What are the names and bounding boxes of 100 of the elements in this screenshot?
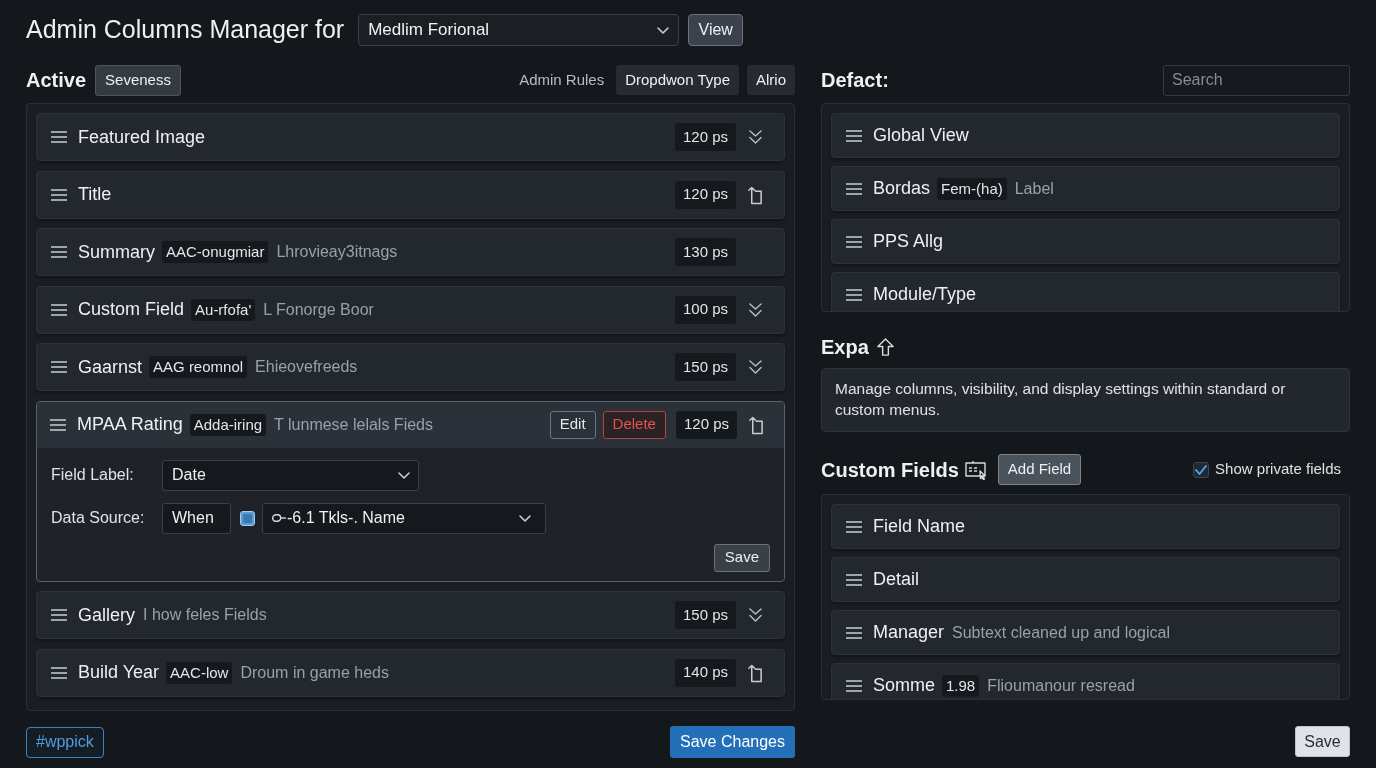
- save-changes-button[interactable]: Save Changes: [670, 726, 795, 758]
- column-description: Lhrovieay3itnags: [276, 242, 398, 262]
- toolbar-label: Admin Rules: [519, 69, 605, 90]
- column-name: Module/Type: [873, 283, 977, 306]
- section-heading: Active: [26, 68, 87, 93]
- tag-button[interactable]: Seveness: [95, 64, 181, 96]
- drag-handle-icon[interactable]: [51, 303, 67, 316]
- drag-handle-icon[interactable]: [846, 182, 862, 195]
- width-value: 150 ps: [674, 353, 736, 381]
- corner-arrow-icon[interactable]: [747, 184, 763, 205]
- toolbar-button[interactable]: Dropdwon Type: [616, 65, 739, 95]
- double-chevron-icon[interactable]: [748, 301, 762, 318]
- field-row[interactable]: Bordas Fem-(ha) Label: [831, 166, 1340, 211]
- column-description: Label: [1014, 178, 1054, 199]
- column-name: Detail: [873, 568, 920, 591]
- column-tag: AAG reomnol: [149, 356, 248, 378]
- corner-arrow-icon[interactable]: [748, 414, 764, 435]
- column-name: MPAA Rating: [77, 413, 183, 436]
- check-icon: [1195, 464, 1208, 475]
- field-label-select[interactable]: Date: [162, 459, 419, 491]
- width-value: 140 ps: [674, 658, 736, 687]
- width-value: 120 ps: [674, 180, 736, 209]
- corner-arrow-icon[interactable]: [747, 662, 763, 683]
- drag-handle-icon[interactable]: [51, 188, 67, 201]
- field-row[interactable]: Somme 1.98 Flioumanour resread: [831, 663, 1340, 699]
- column-tag: AAC-low: [166, 661, 233, 684]
- drag-handle-icon[interactable]: [846, 129, 862, 142]
- data-source-input[interactable]: When: [162, 502, 231, 534]
- drag-handle-icon[interactable]: [846, 235, 862, 248]
- field-row[interactable]: Manager Subtext cleaned up and logical: [831, 610, 1340, 655]
- drag-handle-icon[interactable]: [846, 520, 862, 533]
- column-row[interactable]: MPAA Rating Adda-iring T lunmese lelals Fieds Edit Delete 120 ps Field Label: Date Data Source: When -6.1 Tkls-. Name Save: [36, 400, 785, 582]
- data-source-select[interactable]: -6.1 Tkls-. Name: [262, 502, 546, 534]
- column-name: Manager: [873, 621, 945, 644]
- link-icon: [272, 514, 286, 522]
- column-description: Subtext cleaned up and logical: [952, 622, 1170, 643]
- field-row[interactable]: Global View: [831, 113, 1340, 158]
- section-heading: Custom Fields: [821, 457, 959, 483]
- add-field-button[interactable]: Add Field: [997, 454, 1082, 485]
- column-row[interactable]: Build Year AAC-low Droum in game heds 140 ps: [36, 648, 785, 697]
- drag-handle-icon[interactable]: [846, 679, 862, 692]
- checkbox[interactable]: [1193, 461, 1210, 478]
- width-value: 120 ps: [674, 123, 736, 151]
- section-heading: Expa: [821, 335, 869, 360]
- drag-handle-icon[interactable]: [846, 573, 862, 586]
- delete-button[interactable]: Delete: [602, 410, 666, 439]
- column-row[interactable]: Gallery I how feles Fields 150 ps: [36, 591, 785, 639]
- chevron-down-icon: [398, 471, 410, 479]
- column-description: T lunmese lelals Fieds: [274, 414, 433, 435]
- field-row[interactable]: Detail: [831, 557, 1340, 602]
- checkbox-label: Show private fields: [1215, 459, 1341, 480]
- column-name: Featured Image: [78, 125, 206, 149]
- field-label: Data Source:: [51, 508, 146, 528]
- hashtag-link[interactable]: #wppick: [26, 726, 104, 758]
- column-row[interactable]: Title 120 ps: [36, 170, 785, 219]
- up-arrow-icon: [875, 337, 895, 357]
- drag-handle-icon[interactable]: [50, 418, 66, 431]
- drag-handle-icon[interactable]: [846, 288, 862, 301]
- drag-handle-icon[interactable]: [51, 609, 67, 621]
- drag-handle-icon[interactable]: [51, 246, 67, 258]
- column-tag: AAC-onugmiar: [162, 241, 269, 263]
- column-tag: 1.98: [942, 674, 980, 697]
- width-value: 120 ps: [675, 410, 737, 439]
- column-name: Gaarnst: [78, 355, 143, 379]
- field-row[interactable]: Field Name: [831, 504, 1340, 549]
- column-description: Ehieovefreeds: [255, 357, 358, 377]
- column-name: Field Name: [873, 515, 966, 538]
- drag-handle-icon[interactable]: [846, 626, 862, 639]
- drag-handle-icon[interactable]: [51, 666, 67, 679]
- field-row[interactable]: PPS Allg: [831, 219, 1340, 264]
- column-name: Bordas: [873, 177, 931, 200]
- double-chevron-icon[interactable]: [748, 607, 762, 623]
- field-row[interactable]: Module/Type: [831, 272, 1340, 311]
- save-button[interactable]: Save: [713, 543, 770, 572]
- chevron-down-icon: [657, 26, 670, 34]
- width-value: 100 ps: [674, 295, 736, 324]
- column-name: Custom Field: [78, 298, 185, 321]
- drag-handle-icon[interactable]: [51, 131, 67, 143]
- column-row-header[interactable]: MPAA Rating Adda-iring T lunmese lelals Fieds Edit Delete 120 ps: [37, 401, 784, 448]
- column-tag: Fem-(ha): [937, 177, 1007, 200]
- double-chevron-icon[interactable]: [748, 359, 762, 375]
- save-button[interactable]: Save: [1295, 726, 1350, 757]
- view-button[interactable]: View: [688, 14, 744, 46]
- toolbar-button[interactable]: Alrio: [747, 65, 795, 95]
- double-chevron-icon[interactable]: [748, 129, 762, 145]
- drag-handle-icon[interactable]: [51, 361, 67, 373]
- chevron-down-icon: [519, 514, 531, 522]
- column-description: I how feles Fields: [143, 605, 267, 625]
- data-source-value: -6.1 Tkls-. Name: [287, 508, 405, 528]
- search-field[interactable]: Search: [1163, 64, 1350, 96]
- column-row[interactable]: Featured Image 120 ps: [36, 113, 785, 161]
- column-row[interactable]: Summary AAC-onugmiar Lhrovieay3itnags 130 ps: [36, 228, 785, 276]
- edit-button[interactable]: Edit: [549, 410, 596, 439]
- field-label: Field Label:: [51, 465, 135, 485]
- column-row[interactable]: Gaarnst AAG reomnol Ehieovefreeds 150 ps: [36, 343, 785, 391]
- column-tag: Adda-iring: [189, 413, 267, 436]
- column-description: Flioumanour resread: [987, 675, 1135, 696]
- post-type-dropdown[interactable]: Medlim Forional: [358, 14, 680, 46]
- screen-cursor-icon: [964, 459, 987, 480]
- column-row[interactable]: Custom Field Au-rfofa' L Fonorge Boor 100 ps: [36, 285, 785, 334]
